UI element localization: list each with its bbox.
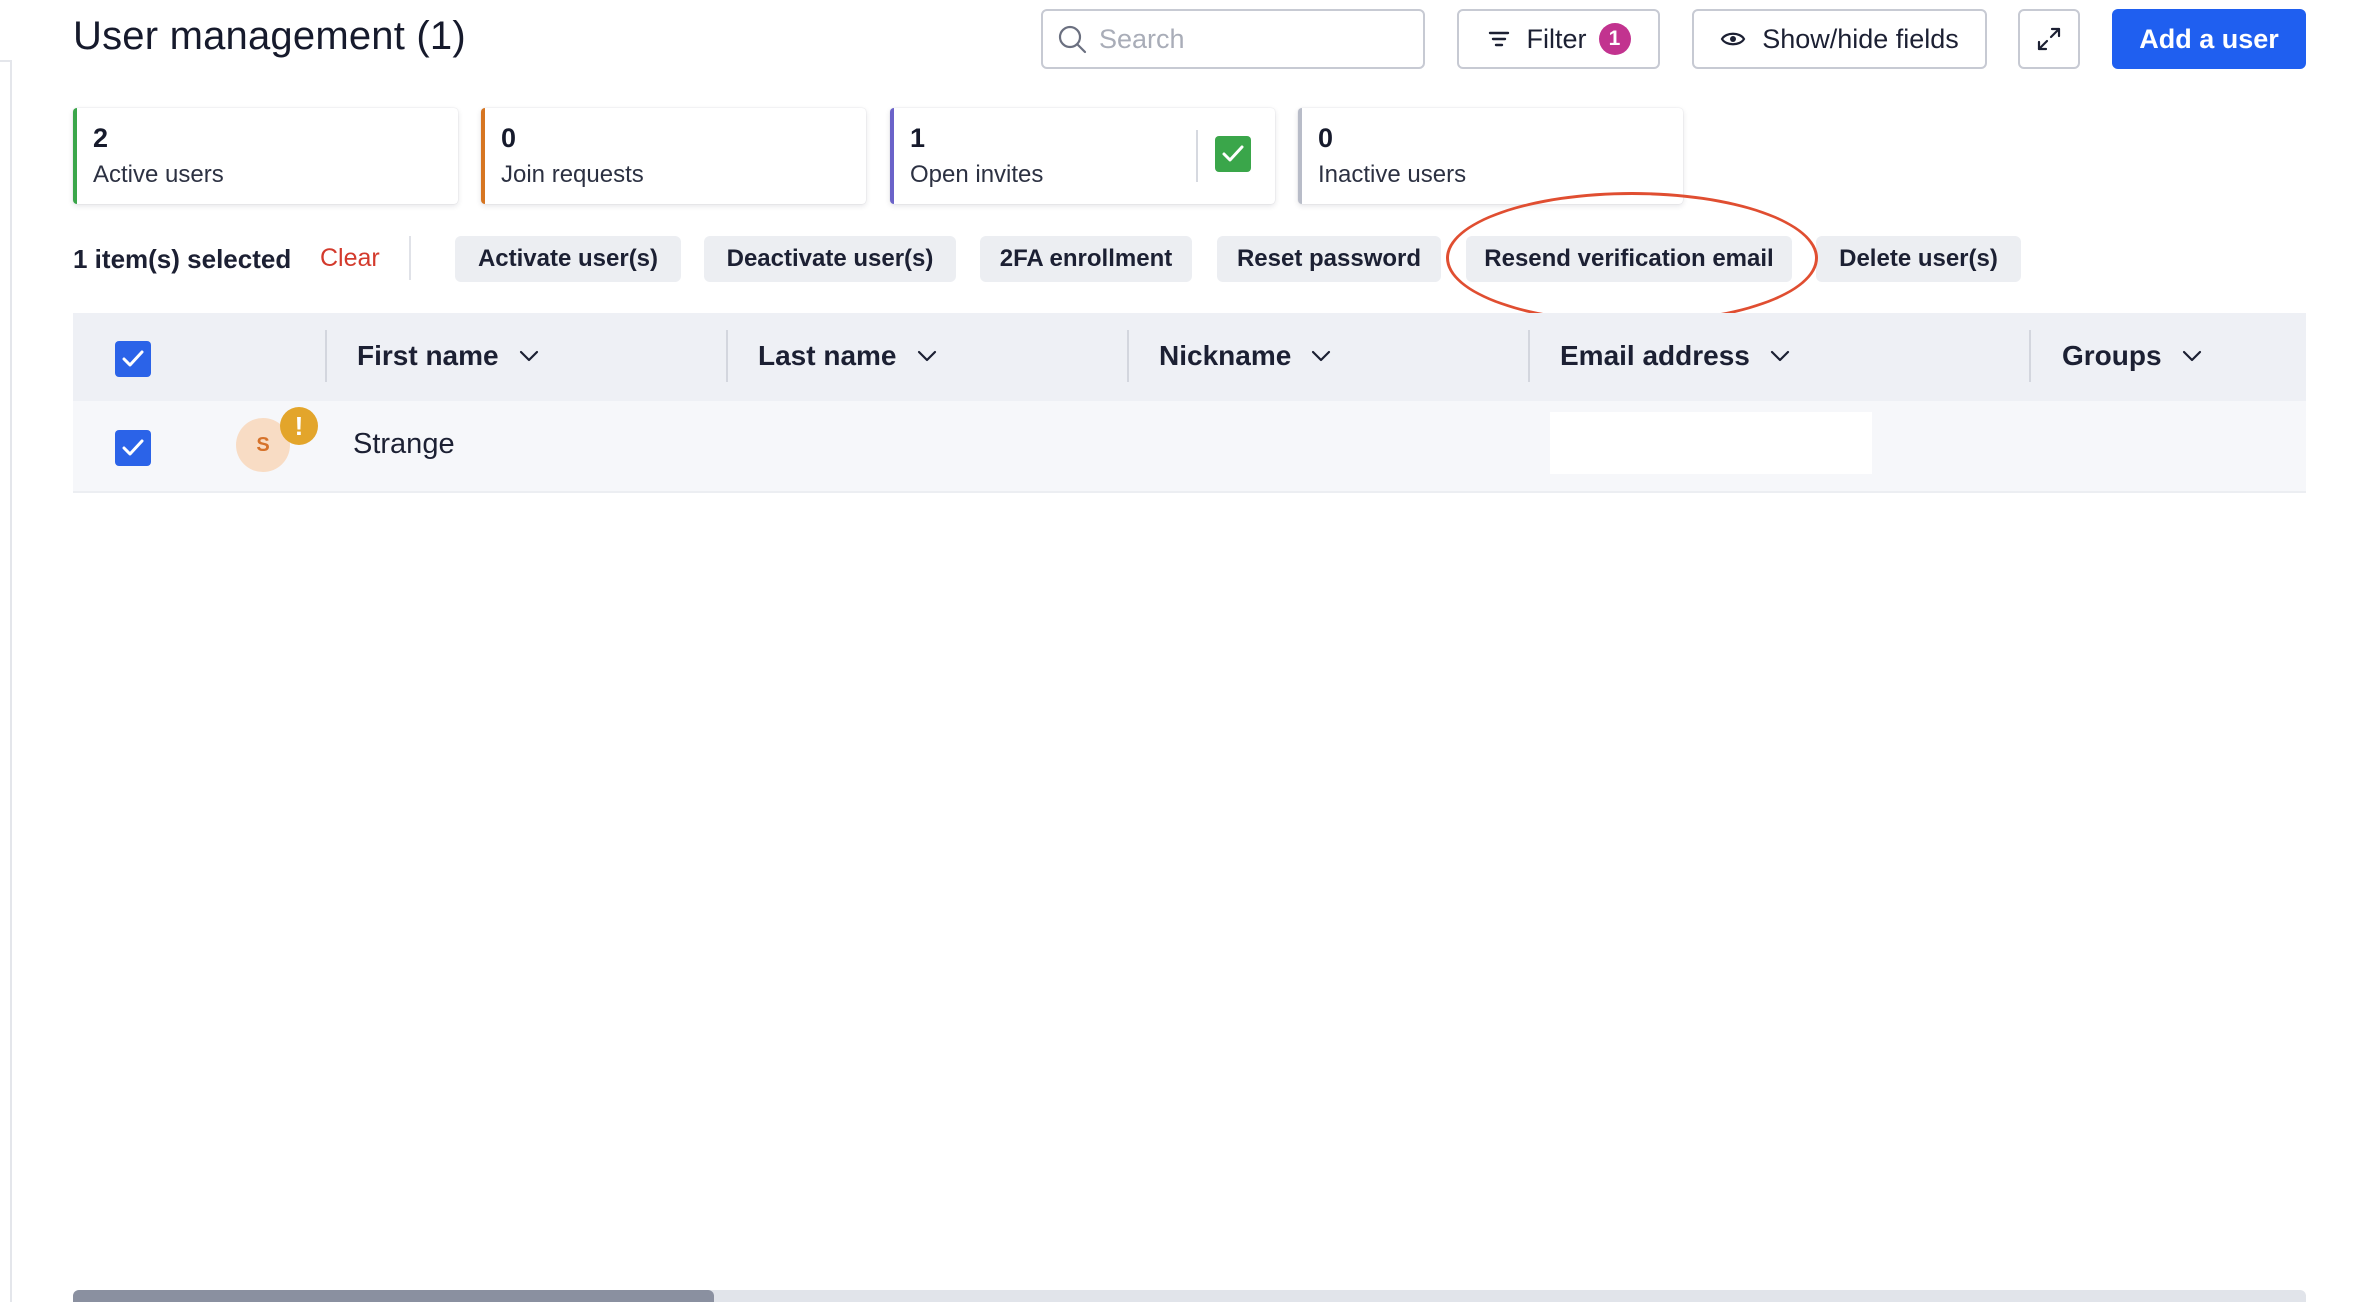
column-divider (726, 330, 728, 382)
check-icon (122, 350, 144, 367)
horizontal-scrollbar-thumb[interactable] (73, 1290, 714, 1302)
warning-icon: ! (280, 407, 318, 445)
delete-users-button[interactable]: Delete user(s) (1816, 236, 2021, 282)
filter-count-badge: 1 (1598, 23, 1631, 55)
column-header-label: Nickname (1159, 340, 1292, 371)
column-header-first-name[interactable]: First name (357, 340, 539, 372)
column-header-label: First name (357, 340, 499, 371)
page-title: User management (1) (73, 14, 466, 58)
frame-edge (0, 60, 10, 62)
filter-button[interactable]: Filter 1 (1457, 9, 1660, 69)
expand-button[interactable] (2018, 9, 2080, 69)
expand-icon (2037, 27, 2061, 51)
select-all-checkbox[interactable] (115, 341, 151, 377)
column-header-label: Last name (758, 340, 897, 371)
user-management-page: User management (1) Filter 1 Show/hide f… (0, 0, 2362, 1302)
stat-label: Inactive users (1318, 161, 1467, 188)
show-hide-fields-label: Show/hide fields (1762, 23, 1959, 54)
column-divider (2029, 330, 2031, 382)
stat-label: Active users (93, 161, 224, 188)
2fa-enrollment-button[interactable]: 2FA enrollment (980, 236, 1192, 282)
search-icon (1058, 25, 1087, 54)
column-header-nickname[interactable]: Nickname (1159, 340, 1331, 372)
action-divider (409, 236, 411, 280)
chevron-down-icon (1312, 350, 1331, 362)
filter-icon (1488, 31, 1509, 47)
stat-count: 2 (93, 123, 109, 153)
reset-password-button[interactable]: Reset password (1217, 236, 1441, 282)
column-header-email-address[interactable]: Email address (1560, 340, 1790, 372)
stat-count: 0 (1318, 123, 1334, 153)
chevron-down-icon (1770, 350, 1789, 362)
sidebar-border (10, 60, 12, 1302)
cell-first-name: Strange (353, 428, 455, 460)
deactivate-users-button[interactable]: Deactivate user(s) (704, 236, 956, 282)
filter-label: Filter (1526, 23, 1587, 54)
column-divider (1127, 330, 1129, 382)
check-icon (1222, 145, 1244, 162)
search-field[interactable] (1041, 9, 1425, 69)
stat-card-inactive-users[interactable]: 0 Inactive users (1298, 108, 1683, 204)
open-invites-checkbox[interactable] (1215, 136, 1251, 172)
search-input[interactable] (1099, 23, 1399, 55)
chevron-down-icon (2182, 350, 2201, 362)
column-header-last-name[interactable]: Last name (758, 340, 937, 372)
eye-icon (1720, 32, 1746, 46)
stat-card-active-users[interactable]: 2 Active users (73, 108, 458, 204)
stat-label: Join requests (501, 161, 644, 188)
chevron-down-icon (917, 350, 936, 362)
add-user-button[interactable]: Add a user (2112, 9, 2306, 69)
cell-email-address (1550, 412, 1872, 474)
column-header-label: Email address (1560, 340, 1750, 371)
highlight-ellipse (1446, 192, 1818, 324)
check-icon (122, 439, 144, 456)
show-hide-fields-button[interactable]: Show/hide fields (1692, 9, 1987, 69)
stat-count: 0 (501, 123, 517, 153)
stat-divider (1196, 130, 1198, 182)
column-header-groups[interactable]: Groups (2062, 340, 2202, 372)
selected-count-label: 1 item(s) selected (73, 244, 292, 274)
chevron-down-icon (519, 350, 538, 362)
column-divider (325, 330, 327, 382)
column-divider (1528, 330, 1530, 382)
stat-card-open-invites[interactable]: 1 Open invites (890, 108, 1275, 204)
clear-selection-link[interactable]: Clear (320, 244, 380, 273)
row-checkbox[interactable] (115, 430, 151, 466)
column-header-label: Groups (2062, 340, 2162, 371)
activate-users-button[interactable]: Activate user(s) (455, 236, 681, 282)
stat-card-join-requests[interactable]: 0 Join requests (481, 108, 866, 204)
